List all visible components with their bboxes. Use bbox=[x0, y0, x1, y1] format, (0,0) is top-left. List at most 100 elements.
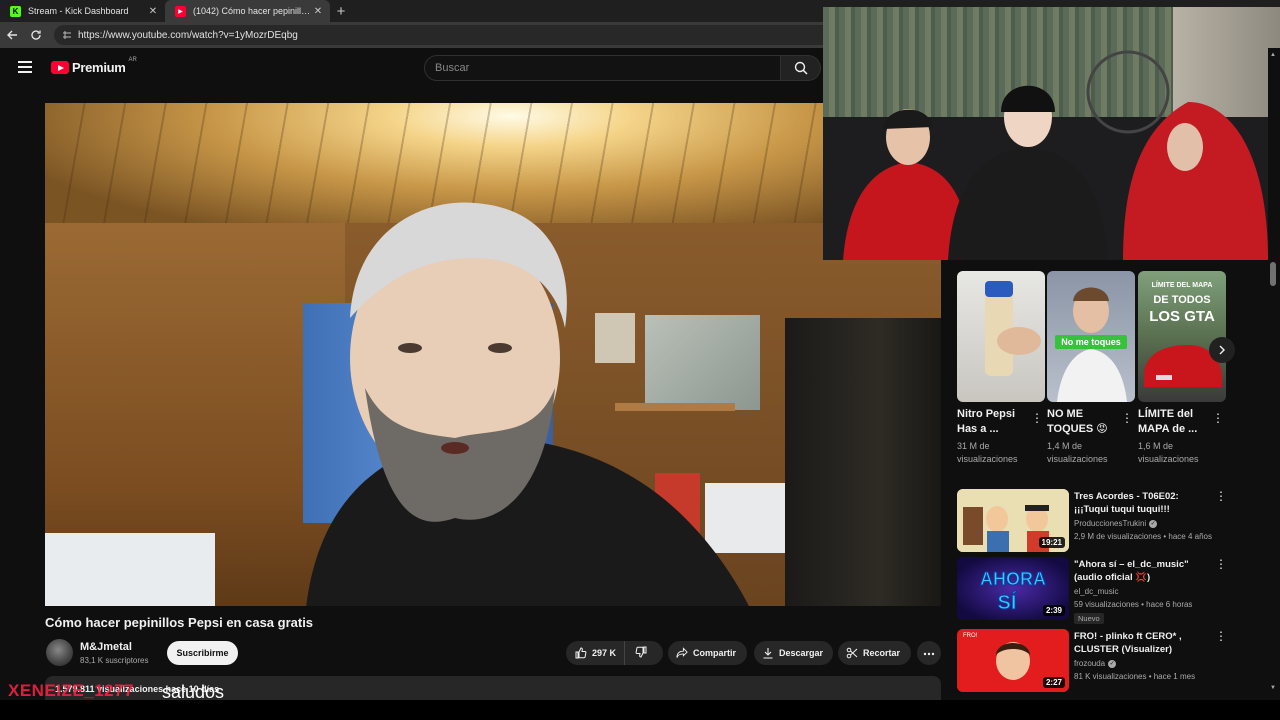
chat-overlay-username: XENEIZE_1277 bbox=[8, 681, 135, 700]
svg-text:LOS GTA: LOS GTA bbox=[1149, 308, 1215, 325]
country-code: AR bbox=[128, 56, 137, 63]
clip-button[interactable]: Recortar bbox=[838, 641, 911, 665]
video-thumbnail[interactable]: 19:21 bbox=[957, 489, 1069, 552]
recommended-title: "Ahora sí – el_dc_music"(audio oficial 💢… bbox=[1074, 559, 1189, 583]
close-tab-icon[interactable]: ✕ bbox=[312, 6, 324, 17]
reload-button[interactable] bbox=[24, 23, 48, 47]
url-text: https://www.youtube.com/watch?v=1yMozrDE… bbox=[78, 29, 298, 41]
channel-name[interactable]: M&Jmetal bbox=[80, 641, 132, 653]
video-frame-person bbox=[306, 202, 749, 606]
video-duration: 2:27 bbox=[1042, 677, 1065, 688]
more-vert-icon[interactable]: ⋮ bbox=[1031, 411, 1043, 425]
scroll-down-icon[interactable]: ▼ bbox=[1270, 685, 1276, 691]
url-field[interactable]: https://www.youtube.com/watch?v=1yMozrDE… bbox=[54, 25, 834, 45]
tab-kick-dashboard[interactable]: K Stream - Kick Dashboard ✕ bbox=[0, 0, 165, 22]
more-vert-icon[interactable]: ⋮ bbox=[1215, 489, 1227, 503]
more-actions-button[interactable] bbox=[917, 641, 941, 665]
svg-text:AHORA: AHORA bbox=[980, 569, 1046, 589]
tab-title: Stream - Kick Dashboard bbox=[28, 6, 129, 16]
dislike-button[interactable] bbox=[625, 641, 657, 665]
search-placeholder: Buscar bbox=[435, 62, 470, 74]
video-thumbnail[interactable]: FRO! 2:27 bbox=[957, 629, 1069, 692]
svg-text:SÍ: SÍ bbox=[998, 591, 1017, 614]
youtube-premium-logo[interactable]: Premium AR bbox=[51, 56, 137, 75]
video-duration: 2:39 bbox=[1042, 605, 1065, 616]
menu-icon[interactable] bbox=[18, 61, 34, 73]
scrollbar-thumb[interactable] bbox=[1270, 262, 1276, 286]
more-vert-icon[interactable]: ⋮ bbox=[1212, 411, 1224, 425]
recommended-title: FRO! - plinko ft CERO* , CLUSTER (Visual… bbox=[1074, 631, 1182, 655]
screen-bottom-edge bbox=[0, 700, 1280, 720]
clip-label: Recortar bbox=[863, 648, 901, 658]
youtube-icon: ▶ bbox=[175, 5, 186, 17]
thumbs-up-icon bbox=[575, 647, 587, 659]
search-button[interactable] bbox=[781, 55, 821, 81]
recommended-title: Tres Acordes - T06E02: ¡¡¡Tuqui tuqui tu… bbox=[1074, 491, 1179, 515]
new-badge: Nuevo bbox=[1074, 613, 1104, 624]
download-label: Descargar bbox=[779, 648, 824, 658]
share-icon bbox=[676, 647, 688, 659]
like-button[interactable]: 297 K bbox=[566, 641, 626, 665]
more-horizontal-icon bbox=[923, 648, 935, 658]
share-button[interactable]: Compartir bbox=[668, 641, 747, 665]
short-card[interactable]: Nitro Pepsi Has a ... ⋮ 31 M de visualiz… bbox=[957, 271, 1045, 464]
short-views: 1,6 M de visualizaciones bbox=[1138, 441, 1199, 464]
youtube-logo-icon bbox=[51, 61, 69, 74]
like-dislike-group: 297 K bbox=[566, 641, 663, 665]
short-title: Nitro Pepsi Has a ... bbox=[957, 408, 1016, 435]
verified-icon: ✓ bbox=[1108, 659, 1117, 668]
webcam-people bbox=[843, 50, 1268, 260]
subscribe-button[interactable]: Suscribirme bbox=[167, 641, 238, 665]
more-vert-icon[interactable]: ⋮ bbox=[1121, 411, 1133, 425]
short-card[interactable]: LÍMITE DEL MAPA DE TODOS LOS GTA LÍMITE … bbox=[1138, 271, 1226, 464]
short-title: LÍMITE del MAPA de ... bbox=[1138, 408, 1198, 435]
short-thumbnail[interactable]: LÍMITE DEL MAPA DE TODOS LOS GTA bbox=[1138, 271, 1226, 402]
recommended-channel[interactable]: ProduccionesTrukini ✓ bbox=[1074, 519, 1158, 528]
verified-icon: ✓ bbox=[1149, 519, 1158, 528]
close-tab-icon[interactable]: ✕ bbox=[147, 6, 159, 17]
search-icon bbox=[794, 61, 808, 75]
search-input[interactable]: Buscar bbox=[424, 55, 781, 81]
short-thumbnail[interactable] bbox=[957, 271, 1045, 402]
recommended-video[interactable]: 19:21 Tres Acordes - T06E02: ¡¡¡Tuqui tu… bbox=[957, 489, 1227, 553]
scroll-up-icon[interactable]: ▲ bbox=[1270, 52, 1276, 58]
subscriber-count: 83,1 K suscriptores bbox=[80, 656, 149, 665]
video-duration: 19:21 bbox=[1038, 537, 1065, 548]
recommended-channel[interactable]: el_dc_music bbox=[1074, 587, 1118, 596]
webcam-overlay bbox=[823, 7, 1280, 260]
video-thumbnail[interactable]: AHORA SÍ 2:39 bbox=[957, 557, 1069, 620]
channel-avatar[interactable] bbox=[46, 639, 73, 666]
recommended-channel[interactable]: frozouda ✓ bbox=[1074, 659, 1117, 668]
site-info-icon[interactable] bbox=[62, 30, 72, 40]
share-label: Compartir bbox=[693, 648, 737, 658]
thumbs-down-icon bbox=[635, 646, 647, 660]
short-thumbnail[interactable]: No me toques bbox=[1047, 271, 1135, 402]
short-title: NO ME TOQUES 😡 bbox=[1047, 408, 1108, 435]
chevron-right-icon bbox=[1219, 345, 1225, 355]
recommended-meta: 81 K visualizaciones • hace 1 mes bbox=[1074, 672, 1196, 681]
back-button[interactable] bbox=[0, 23, 24, 47]
back-arrow-icon bbox=[7, 30, 17, 40]
download-button[interactable]: Descargar bbox=[754, 641, 833, 665]
download-icon bbox=[762, 647, 774, 659]
recommended-video[interactable]: AHORA SÍ 2:39 "Ahora sí – el_dc_music"(a… bbox=[957, 557, 1227, 624]
video-title: Cómo hacer pepinillos Pepsi en casa grat… bbox=[45, 615, 314, 630]
shorts-next-button[interactable] bbox=[1209, 337, 1235, 363]
svg-text:DE TODOS: DE TODOS bbox=[1153, 294, 1210, 306]
new-tab-button[interactable]: + bbox=[330, 0, 352, 22]
tab-youtube-video[interactable]: ▶ (1042) Cómo hacer pepinillos Pepsi en … bbox=[165, 0, 330, 22]
more-vert-icon[interactable]: ⋮ bbox=[1215, 557, 1227, 571]
video-player[interactable] bbox=[45, 103, 941, 606]
more-vert-icon[interactable]: ⋮ bbox=[1215, 629, 1227, 643]
logo-text: Premium bbox=[72, 60, 126, 75]
recommended-meta: 2,9 M de visualizaciones • hace 4 años bbox=[1074, 532, 1212, 541]
page-scrollbar[interactable] bbox=[1268, 48, 1280, 700]
kick-icon: K bbox=[10, 5, 21, 17]
recommended-meta: 59 visualizaciones • hace 6 horas bbox=[1074, 600, 1193, 609]
short-views: 1,4 M de visualizaciones bbox=[1047, 441, 1108, 464]
reload-icon bbox=[31, 30, 41, 40]
scissors-icon bbox=[846, 647, 858, 659]
tab-title: (1042) Cómo hacer pepinillos Pepsi en ca… bbox=[193, 6, 312, 16]
short-card[interactable]: No me toques NO ME TOQUES 😡 ⋮ 1,4 M de v… bbox=[1047, 271, 1135, 464]
recommended-video[interactable]: FRO! 2:27 FRO! - plinko ft CERO* , CLUST… bbox=[957, 629, 1227, 693]
